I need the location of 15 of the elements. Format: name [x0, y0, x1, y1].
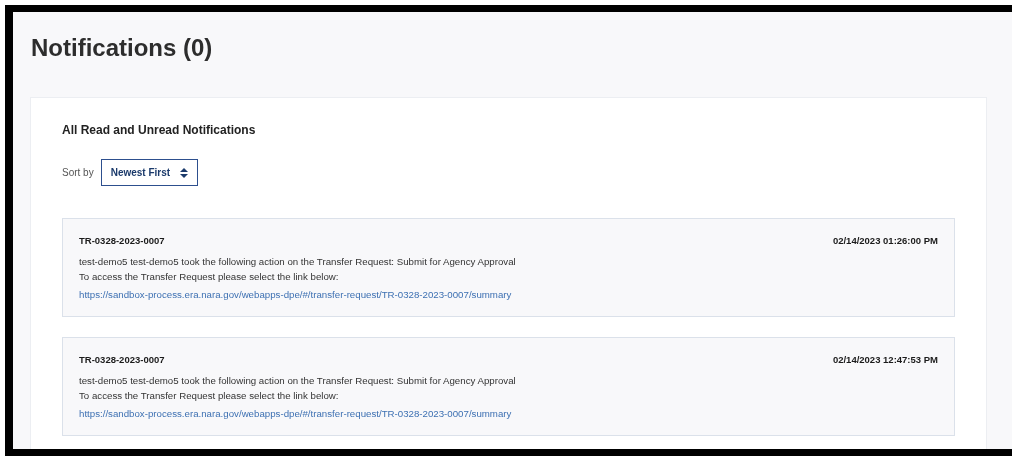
notification-instruction: To access the Transfer Request please select the link below:: [79, 270, 340, 284]
sort-caret-icon: [180, 167, 189, 178]
page-title: Notifications (0): [31, 34, 214, 63]
section-heading: All Read and Unread Notifications: [62, 123, 257, 137]
notification-message: test-demo5 test-demo5 took the following action on the Transfer Request: Submit for Agency Approval: [79, 255, 517, 269]
request-id: TR-0328-2023-0007: [79, 354, 165, 365]
notification-instruction: To access the Transfer Request please select the link below:: [79, 389, 340, 403]
notification-message: test-demo5 test-demo5 took the following action on the Transfer Request: Submit for Agency Approval: [79, 374, 517, 388]
request-id: TR-0328-2023-0007: [79, 235, 165, 246]
notification-timestamp: 02/14/2023 01:26:00 PM: [832, 235, 938, 246]
notification-timestamp: 02/14/2023 12:47:53 PM: [832, 354, 938, 365]
request-link[interactable]: https://sandbox-process.era.nara.gov/webapps-dpe/#/transfer-request/TR-0328-2023-0007/summary: [79, 408, 512, 419]
sort-label: Sort by: [62, 167, 94, 178]
request-link[interactable]: https://sandbox-process.era.nara.gov/webapps-dpe/#/transfer-request/TR-0328-2023-0007/summary: [79, 289, 512, 300]
sort-dropdown[interactable]: Newest First: [100, 159, 199, 186]
